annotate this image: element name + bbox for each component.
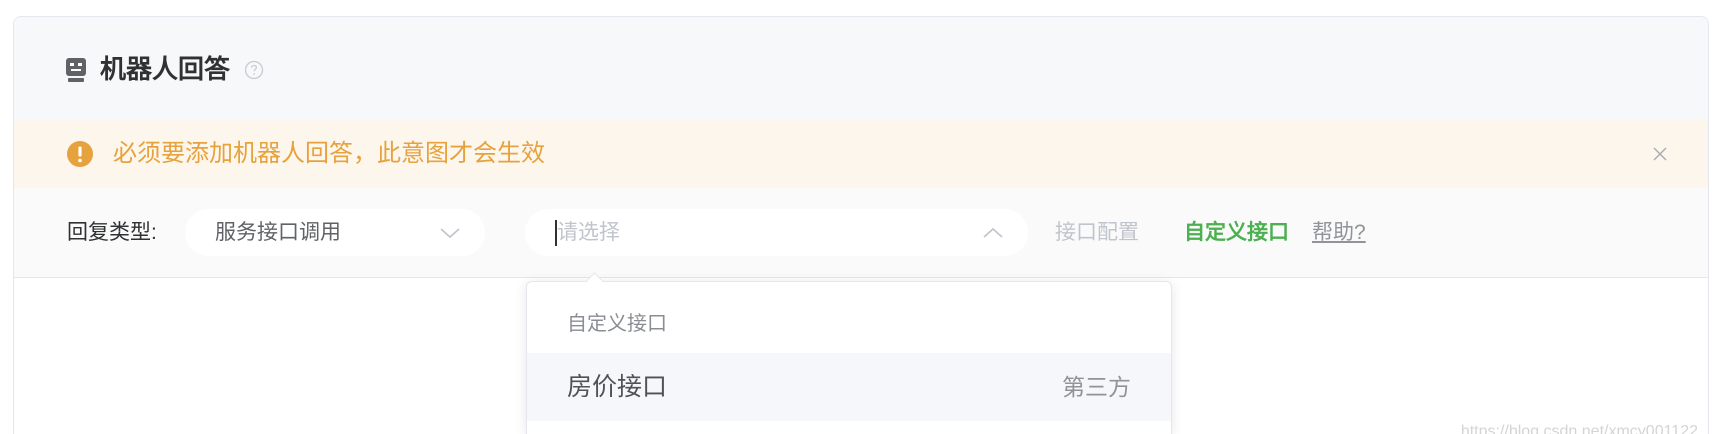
dropdown-option-tag: 第三方 bbox=[1062, 374, 1131, 400]
panel-header: 机器人回答 bbox=[14, 17, 1708, 120]
robot-icon bbox=[65, 57, 87, 83]
interface-config-link[interactable]: 接口配置 bbox=[1055, 188, 1139, 278]
reply-type-row: 回复类型: 服务接口调用 请选择 接口配置 自定义接口 帮助? bbox=[14, 188, 1708, 278]
dropdown-group-title: 自定义接口 bbox=[567, 313, 667, 335]
help-link[interactable]: 帮助? bbox=[1312, 188, 1380, 278]
reply-type-label: 回复类型: bbox=[67, 221, 157, 244]
warning-icon bbox=[66, 140, 94, 168]
chevron-down-icon bbox=[439, 222, 461, 244]
custom-interface-link[interactable]: 自定义接口 bbox=[1184, 188, 1289, 278]
question-circle-icon[interactable] bbox=[244, 60, 264, 80]
interface-select-placeholder: 请选择 bbox=[557, 221, 620, 244]
panel-title: 机器人回答 bbox=[100, 54, 231, 84]
warning-alert: 必须要添加机器人回答，此意图才会生效 bbox=[14, 120, 1708, 188]
alert-message: 必须要添加机器人回答，此意图才会生效 bbox=[113, 140, 545, 167]
watermark: https://blog.csdn.net/xmcy001122 bbox=[1460, 423, 1698, 434]
interface-select[interactable]: 请选择 bbox=[525, 209, 1028, 256]
chevron-up-icon bbox=[982, 222, 1004, 244]
reply-type-select[interactable]: 服务接口调用 bbox=[185, 209, 485, 256]
interface-dropdown: 自定义接口 房价接口 第三方 bbox=[526, 272, 1172, 434]
reply-type-value: 服务接口调用 bbox=[215, 221, 341, 244]
close-icon[interactable] bbox=[1652, 146, 1668, 162]
dropdown-option[interactable]: 房价接口 第三方 bbox=[527, 353, 1171, 421]
dropdown-option-label: 房价接口 bbox=[567, 373, 668, 401]
